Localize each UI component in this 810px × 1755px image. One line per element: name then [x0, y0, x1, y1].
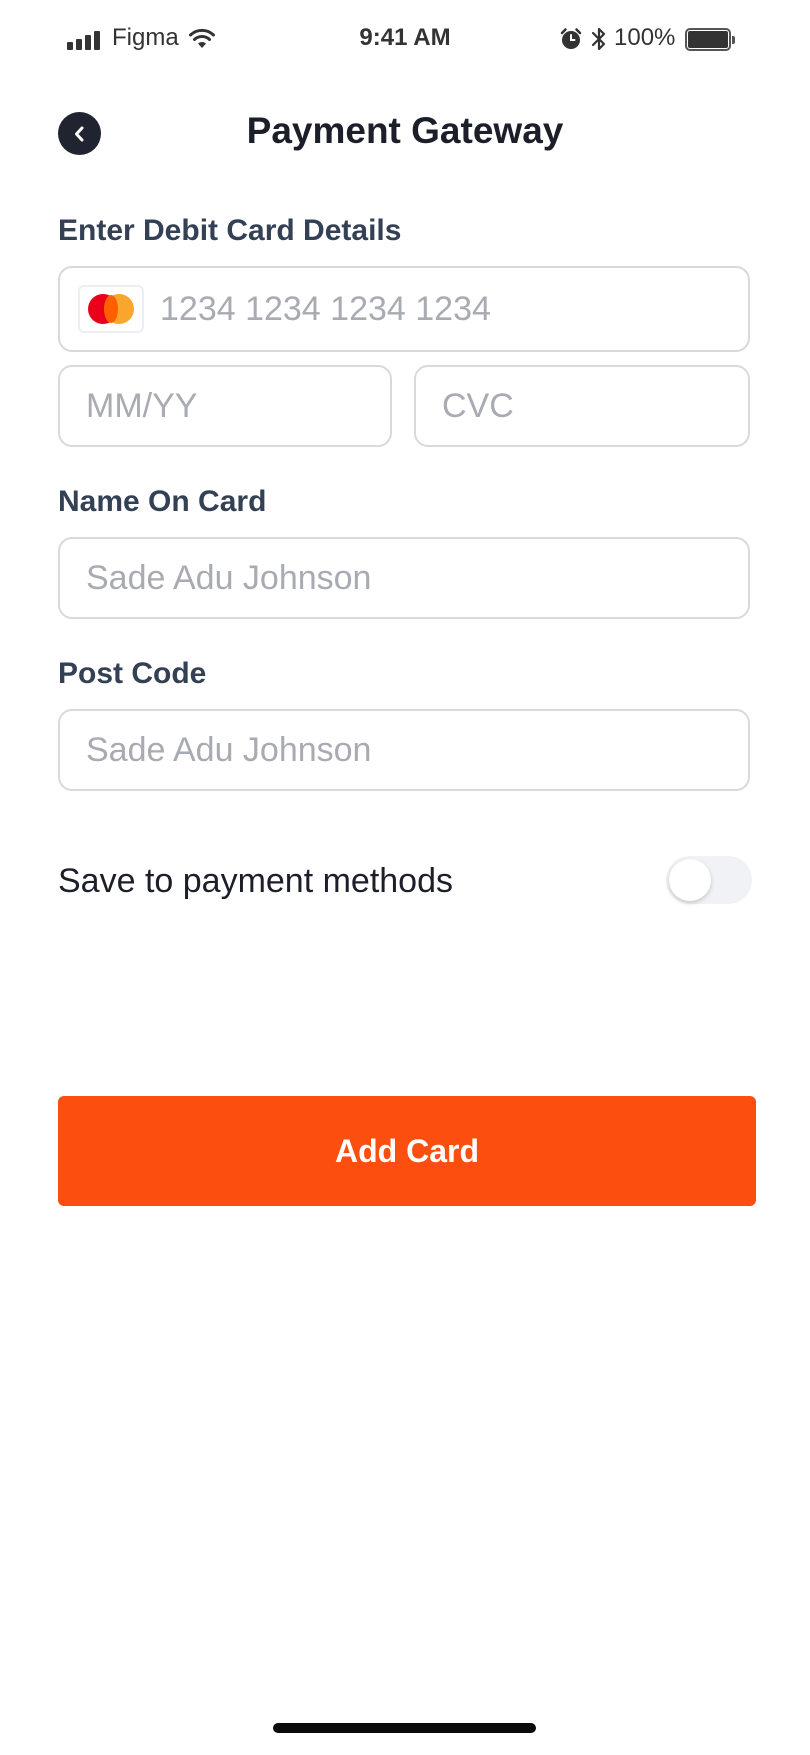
name-on-card-field [58, 537, 750, 619]
name-on-card-input[interactable] [86, 539, 748, 617]
cvc-field [414, 365, 750, 447]
expiry-input[interactable] [86, 367, 390, 445]
toggle-knob [669, 859, 711, 901]
save-payment-toggle[interactable] [666, 856, 752, 904]
status-bar: Figma 9:41 AM 100% [0, 0, 810, 80]
post-code-field [58, 709, 750, 791]
cvc-input[interactable] [442, 367, 748, 445]
card-number-field [58, 266, 750, 352]
expiry-field [58, 365, 392, 447]
bluetooth-icon [591, 27, 606, 51]
post-code-input[interactable] [86, 711, 748, 789]
post-code-label: Post Code [58, 657, 207, 690]
save-payment-label: Save to payment methods [58, 862, 454, 900]
page-title: Payment Gateway [246, 110, 564, 151]
mastercard-icon [78, 285, 144, 333]
battery-percentage: 100% [614, 24, 676, 51]
alarm-icon [560, 28, 582, 49]
battery-icon [685, 28, 735, 51]
card-number-input[interactable] [160, 268, 748, 350]
home-indicator[interactable] [273, 1723, 536, 1733]
add-card-button[interactable]: Add Card [58, 1096, 756, 1206]
card-details-label: Enter Debit Card Details [58, 214, 402, 247]
name-on-card-label: Name On Card [58, 485, 267, 518]
